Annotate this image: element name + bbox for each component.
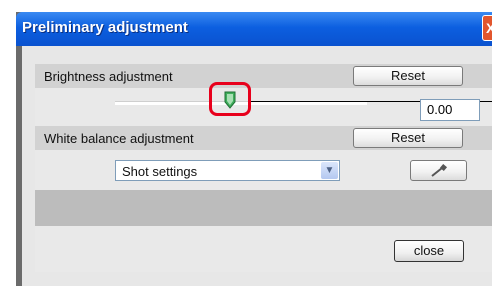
window-close-button[interactable]: X bbox=[482, 15, 492, 41]
brightness-value: 0.00 bbox=[427, 102, 453, 117]
white-balance-selected: Shot settings bbox=[122, 164, 198, 179]
footer-row: close bbox=[35, 226, 492, 272]
brightness-value-field[interactable]: 0.00 bbox=[420, 99, 480, 121]
white-balance-dropdown[interactable]: Shot settings ▼ bbox=[115, 160, 340, 181]
white-balance-reset-label: Reset bbox=[391, 130, 425, 145]
close-button[interactable]: close bbox=[394, 240, 464, 262]
white-balance-control-row: Shot settings ▼ bbox=[35, 150, 492, 190]
empty-row bbox=[35, 190, 492, 226]
chevron-down-icon[interactable]: ▼ bbox=[321, 162, 338, 179]
brightness-reset-label: Reset bbox=[391, 68, 425, 83]
dialog-body: Brightness adjustment Reset 0.00 White b… bbox=[22, 46, 492, 286]
white-balance-picker-button[interactable] bbox=[410, 160, 467, 181]
white-balance-label: White balance adjustment bbox=[44, 131, 194, 146]
white-balance-reset-button[interactable]: Reset bbox=[353, 128, 463, 148]
dialog-window: Preliminary adjustment X Brightness adju… bbox=[16, 12, 492, 286]
adjustment-panel: Brightness adjustment Reset 0.00 White b… bbox=[35, 64, 492, 272]
close-icon: X bbox=[486, 20, 492, 36]
brightness-slider-row: 0.00 bbox=[35, 82, 492, 126]
brightness-label: Brightness adjustment bbox=[44, 69, 173, 84]
brightness-reset-button[interactable]: Reset bbox=[353, 66, 463, 86]
window-title: Preliminary adjustment bbox=[22, 19, 188, 36]
brightness-header-row: Brightness adjustment Reset bbox=[35, 64, 492, 88]
close-button-label: close bbox=[413, 243, 445, 258]
eyedropper-icon bbox=[431, 164, 448, 177]
slider-highlight-marker bbox=[209, 82, 251, 116]
title-bar[interactable]: Preliminary adjustment bbox=[16, 12, 492, 46]
white-balance-header-row: White balance adjustment Reset bbox=[35, 126, 492, 150]
